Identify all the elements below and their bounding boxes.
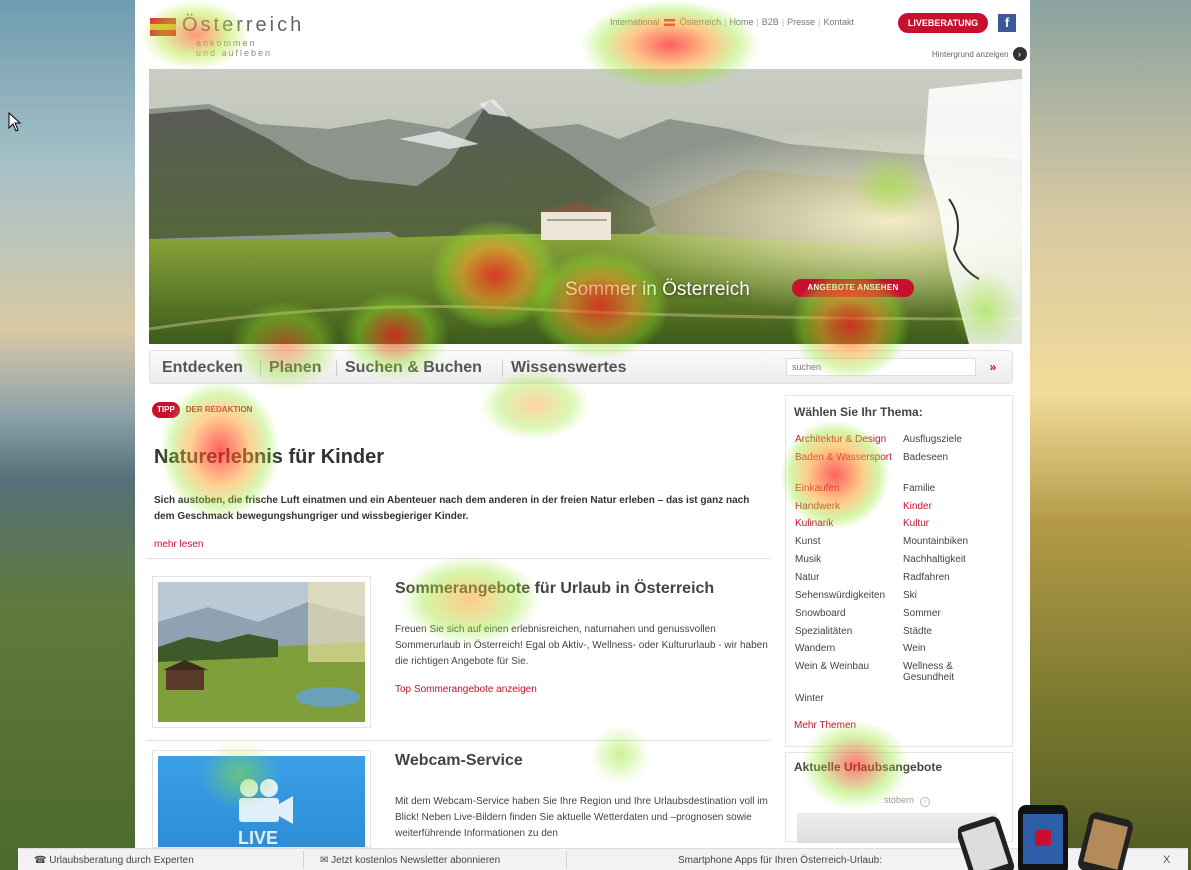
close-bar-button[interactable]: X [1163,854,1170,866]
editor-tip-badge: TIPP DER REDAKTION [152,402,252,418]
topnav-international[interactable]: International [610,17,660,27]
hero-offers-button[interactable]: ANGEBOTE ANSEHEN [792,279,914,297]
topnav-home[interactable]: Home [729,17,753,27]
feature-text: Sich austoben, die frische Luft einatmen… [154,495,750,522]
topnav-kontakt[interactable]: Kontakt [824,17,855,27]
liveberatung-button[interactable]: LIVEBERATUNG [898,13,988,33]
hero-title: Sommer in Österreich [565,279,750,300]
austria-flag-icon [664,19,676,27]
theme-heading: Wählen Sie Ihr Thema: [794,405,923,419]
theme-item[interactable]: Baden & Wassersport [795,452,895,463]
theme-item[interactable]: Städte [903,626,932,637]
top-nav: International Österreich | Home | B2B | Presse… [610,17,855,27]
theme-item[interactable]: Mountainbiken [903,536,968,547]
topnav-b2b[interactable]: B2B [762,17,779,27]
theme-item[interactable]: Kulinarik [795,518,833,529]
summer-photo [158,582,365,722]
theme-item[interactable]: Einkaufen [795,483,839,494]
theme-item[interactable]: Familie [903,483,935,494]
theme-item[interactable]: Musik [795,554,821,565]
phone-icon: ☎ [34,855,47,866]
logo-flag-icon [150,18,176,36]
browse-link[interactable]: stöbern › [884,795,931,807]
theme-item[interactable]: Natur [795,572,819,583]
teaser-image-webcam[interactable]: LIVE [152,750,371,848]
redaktion-label: DER REDAKTION [185,405,253,414]
theme-item[interactable]: Spezialitäten [795,626,852,637]
search-submit-icon[interactable]: » [983,359,1003,375]
feature-more-link[interactable]: mehr lesen [154,539,203,550]
bottom-consult[interactable]: ☎ Urlaubsberatung durch Experten [34,855,194,866]
nav-suchen-buchen[interactable]: Suchen & Buchen [345,359,482,377]
theme-item[interactable]: Handwerk [795,501,840,512]
theme-item[interactable]: Sehenswürdigkeiten [795,590,885,601]
search-input[interactable] [786,358,976,376]
logo-title: Österreich [182,14,305,36]
teaser-image-summer[interactable] [152,576,371,728]
tipp-label: TIPP [152,402,180,418]
theme-item[interactable]: Badeseen [903,452,948,463]
theme-item[interactable]: Winter [795,693,824,704]
background-toggle[interactable]: Hintergrund anzeigen › [932,47,1027,61]
topnav-presse[interactable]: Presse [787,17,815,27]
background-right [1030,0,1191,870]
divider [146,558,771,559]
hero-landscape [149,69,1022,344]
theme-item[interactable]: Kinder [903,501,932,512]
theme-item[interactable]: Snowboard [795,608,846,619]
background-toggle-label: Hintergrund anzeigen [932,50,1009,59]
teaser-text-webcam: Mit dem Webcam-Service haben Sie Ihre Re… [395,796,768,839]
theme-item[interactable]: Wein [903,643,926,654]
nav-planen[interactable]: Planen [269,359,321,377]
teaser-link-summer[interactable]: Top Sommerangebote anzeigen [395,684,537,695]
facebook-icon[interactable]: f [998,14,1016,32]
theme-item[interactable]: Wellness & Gesundheit [903,661,983,683]
teaser-text-summer: Freuen Sie sich auf einen erlebnisreiche… [395,624,768,667]
theme-item[interactable]: Kultur [903,518,929,529]
teaser-title-webcam[interactable]: Webcam-Service [395,752,523,770]
envelope-icon: ✉ [320,855,329,866]
more-themes-link[interactable]: Mehr Themen [794,720,856,731]
offers-heading: Aktuelle Urlaubsangebote [794,760,943,774]
theme-item[interactable]: Ausflugsziele [903,434,962,445]
theme-item[interactable]: Wandern [795,643,835,654]
theme-item[interactable]: Nachhaltigkeit [903,554,966,565]
logo-subline: ankommen und aufleben [196,38,273,58]
theme-item[interactable]: Architektur & Design [795,434,886,445]
divider [146,740,771,741]
hero-banner: Sommer in Österreich ANGEBOTE ANSEHEN [149,69,1022,344]
theme-item[interactable]: Kunst [795,536,821,547]
video-camera-icon [239,779,293,824]
live-badge: LIVE [238,828,279,848]
mouse-cursor-icon [8,112,22,132]
teaser-title-summer[interactable]: Sommerangebote für Urlaub in Österreich [395,580,714,598]
theme-item[interactable]: Sommer [903,608,941,619]
bottom-apps-label: Smartphone Apps für Ihren Österreich-Url… [678,855,882,866]
chevron-right-icon: › [1012,47,1027,61]
bottom-newsletter[interactable]: ✉ Jetzt kostenlos Newsletter abonnieren [320,855,500,866]
theme-item[interactable]: Radfahren [903,572,950,583]
nav-entdecken[interactable]: Entdecken [162,359,243,377]
theme-item[interactable]: Wein & Weinbau [795,661,869,672]
theme-item[interactable]: Ski [903,590,917,601]
smartphone-apps[interactable] [958,800,1148,870]
nav-wissenswertes[interactable]: Wissenswertes [511,359,626,377]
topnav-country[interactable]: Österreich [680,17,722,27]
chevron-right-icon: › [920,797,931,807]
feature-title[interactable]: Naturerlebnis für Kinder [154,446,384,469]
